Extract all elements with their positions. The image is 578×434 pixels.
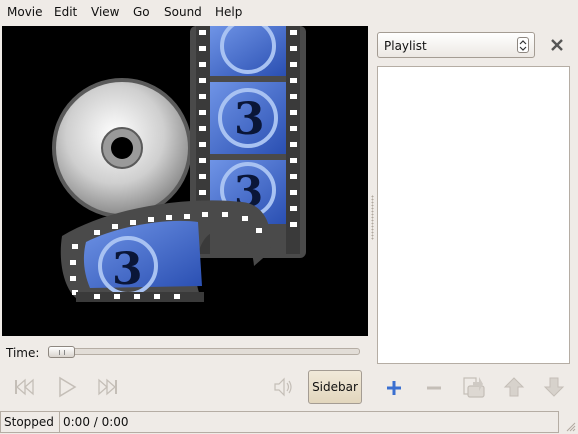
playlist-list[interactable] [377,66,570,364]
move-down-icon[interactable] [543,376,565,398]
menu-view[interactable]: View [91,5,119,19]
totem-logo: 3 3 3 [52,26,306,302]
menu-go[interactable]: Go [133,5,150,19]
logo-number: 3 [112,244,143,295]
close-icon[interactable] [548,36,566,54]
sidebar-selector-value: Playlist [384,39,427,53]
video-area[interactable]: 3 3 3 [2,26,368,336]
volume-icon[interactable] [272,376,294,398]
status-time: 0:00 / 0:00 [59,411,559,433]
sidebar-selector[interactable]: Playlist [377,32,535,58]
add-icon[interactable] [384,378,404,398]
play-icon[interactable] [56,375,78,399]
logo-number: 3 [234,94,265,145]
resize-grip-icon[interactable] [566,422,576,432]
menu-sound[interactable]: Sound [164,5,202,19]
seek-slider-thumb[interactable] [48,346,75,358]
move-up-icon[interactable] [503,376,525,398]
sidebar-toggle-button[interactable]: Sidebar [308,370,362,404]
pane-divider-handle[interactable] [371,195,374,240]
time-label: Time: [6,346,40,360]
status-state: Stopped [0,411,60,433]
remove-icon[interactable] [424,378,444,398]
skip-previous-icon[interactable] [12,377,36,397]
menubar: Movie Edit View Go Sound Help [0,0,578,24]
menu-movie[interactable]: Movie [7,5,43,19]
menu-help[interactable]: Help [215,5,242,19]
statusbar: Stopped 0:00 / 0:00 [0,410,578,434]
skip-next-icon[interactable] [96,377,120,397]
select-arrows-icon [517,37,529,53]
menu-edit[interactable]: Edit [54,5,77,19]
save-playlist-icon[interactable] [461,374,487,400]
seek-slider[interactable] [48,348,360,355]
